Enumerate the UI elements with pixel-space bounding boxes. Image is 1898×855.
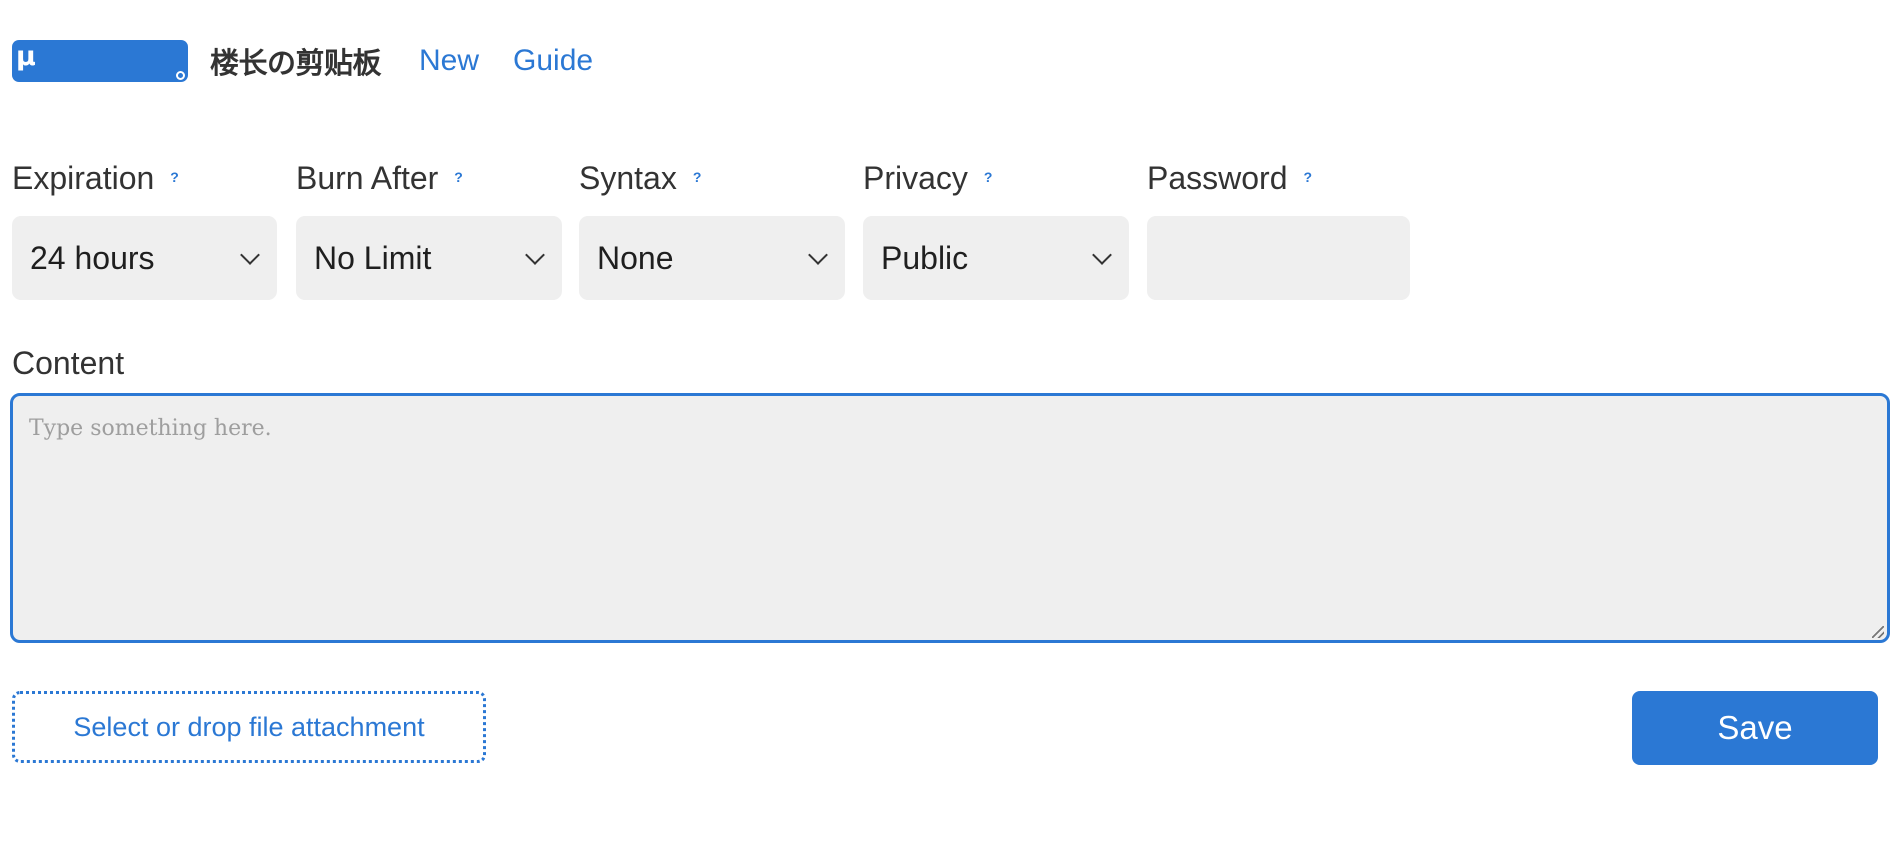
password-label: Password — [1147, 160, 1288, 196]
content-label: Content — [12, 345, 125, 381]
content-textarea[interactable] — [10, 393, 1890, 643]
chevron-down-icon — [808, 245, 828, 265]
logo[interactable]: μ — [12, 40, 188, 82]
file-attachment-dropzone[interactable]: Select or drop file attachment — [12, 691, 486, 763]
resize-grip-icon[interactable] — [1872, 626, 1884, 638]
file-attachment-label: Select or drop file attachment — [73, 711, 425, 742]
nav-guide-link[interactable]: Guide — [513, 44, 593, 78]
nav-new-link[interactable]: New — [419, 44, 479, 78]
burn-after-field: Burn After ? No Limit — [296, 160, 562, 300]
privacy-value: Public — [881, 239, 969, 276]
password-input[interactable] — [1147, 216, 1410, 300]
logo-mu-glyph: μ — [16, 41, 36, 72]
save-button[interactable]: Save — [1632, 691, 1878, 765]
privacy-field: Privacy ? Public — [863, 160, 1129, 300]
expiration-select[interactable]: 24 hours — [12, 216, 277, 300]
chevron-down-icon — [525, 245, 545, 265]
chevron-down-icon — [240, 245, 260, 265]
syntax-value: None — [597, 239, 674, 276]
burn-after-value: No Limit — [314, 239, 432, 276]
syntax-label: Syntax — [579, 160, 677, 196]
expiration-field: Expiration ? 24 hours — [12, 160, 277, 300]
privacy-help-icon[interactable]: ? — [984, 170, 993, 184]
expiration-value: 24 hours — [30, 239, 155, 276]
privacy-label: Privacy — [863, 160, 968, 196]
syntax-select[interactable]: None — [579, 216, 845, 300]
password-field: Password ? — [1147, 160, 1410, 300]
expiration-label: Expiration — [12, 160, 155, 196]
burn-after-label: Burn After — [296, 160, 439, 196]
syntax-field: Syntax ? None — [579, 160, 845, 300]
syntax-help-icon[interactable]: ? — [693, 170, 702, 184]
privacy-select[interactable]: Public — [863, 216, 1129, 300]
burn-after-help-icon[interactable]: ? — [454, 170, 463, 184]
password-help-icon[interactable]: ? — [1304, 170, 1313, 184]
chevron-down-icon — [1092, 245, 1112, 265]
burn-after-select[interactable]: No Limit — [296, 216, 562, 300]
logo-dot-icon — [176, 71, 185, 80]
site-title[interactable]: 楼长の剪贴板 — [210, 40, 382, 82]
header: μ 楼长の剪贴板 New Guide — [12, 36, 593, 86]
paste-page: μ 楼长の剪贴板 New Guide Expiration ? 24 hours… — [0, 0, 1898, 855]
expiration-help-icon[interactable]: ? — [170, 170, 179, 184]
